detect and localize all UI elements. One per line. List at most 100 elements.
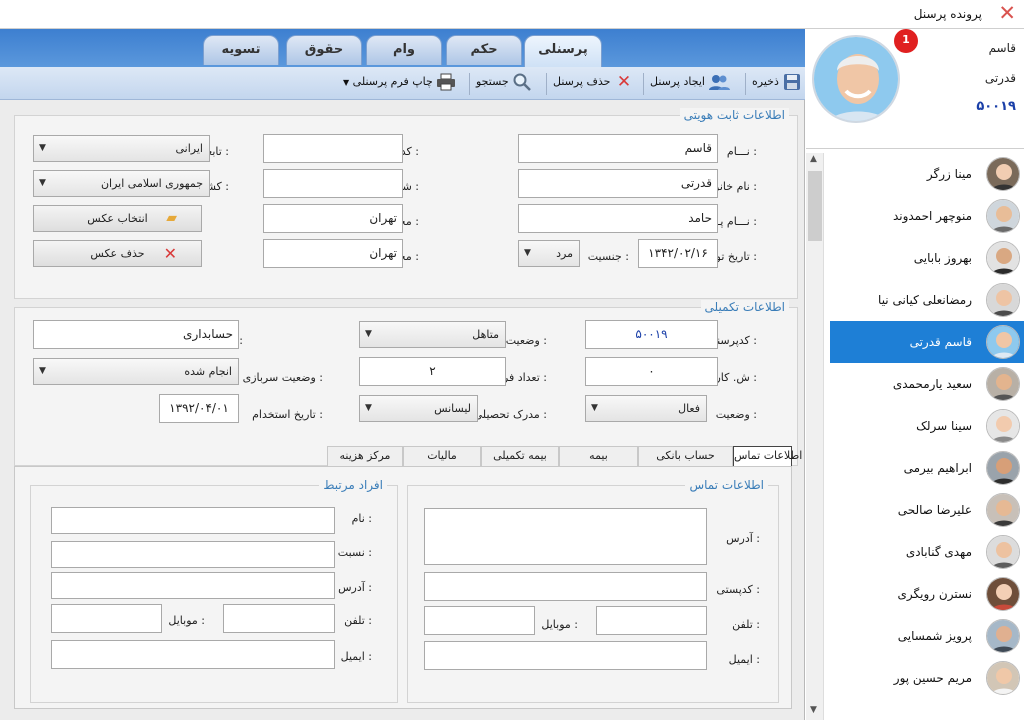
person-name: سعید یارمحمدی [892, 377, 972, 391]
contact-phone-label: تلفن : [732, 618, 760, 631]
related-phone-label: تلفن : [344, 614, 372, 627]
person-name: رمضانعلی کیانی نیا [878, 293, 972, 307]
list-item[interactable]: پرویز شمسایی [830, 615, 1024, 657]
field-of-study-field[interactable]: حسابداری [33, 320, 239, 349]
list-item[interactable]: سعید یارمحمدی [830, 363, 1024, 405]
avatar [986, 157, 1020, 191]
scroll-up-icon[interactable]: ▲ [810, 154, 817, 164]
related-name-label: نام : [351, 512, 372, 525]
list-item[interactable]: قاسم قدرتی [830, 321, 1024, 363]
avatar [986, 661, 1020, 695]
subtab-supplementary-insurance[interactable]: بیمه تکمیلی [481, 446, 559, 466]
people-scrollbar[interactable]: ▲ ▼ [806, 153, 824, 720]
avatar [986, 367, 1020, 401]
father-name-field[interactable]: حامد [518, 204, 718, 233]
list-item[interactable]: مهدی گنابادی [830, 531, 1024, 573]
subtab-insurance[interactable]: بیمه [559, 446, 638, 466]
degree-select[interactable]: ▼ لیسانس [359, 395, 478, 422]
contact-email-label: ایمیل : [728, 653, 760, 666]
list-item[interactable]: رمضانعلی کیانی نیا [830, 279, 1024, 321]
create-personnel-button[interactable]: ایجاد پرسنل [650, 73, 731, 95]
delete-photo-button[interactable]: حذف عکس ✕ [33, 240, 202, 267]
id-number-field[interactable] [263, 169, 403, 198]
choose-photo-button[interactable]: انتخاب عکس ▰ [33, 205, 202, 232]
citizenship-select[interactable]: ▼ ایرانی [33, 135, 210, 162]
birth-date-field[interactable]: ۱۳۴۲/۰۲/۱۶ [638, 239, 718, 268]
chevron-down-icon: ▼ [39, 178, 46, 188]
person-name: مهدی گنابادی [905, 545, 972, 559]
degree-label: مدرک تحصیلی : [473, 408, 547, 421]
chevron-down-icon: ▼ [365, 403, 372, 413]
contact-postal-field[interactable] [424, 572, 707, 601]
profile-photo [812, 35, 900, 123]
subtab-panel: اطلاعات تماس آدرس : کدپستی : تلفن : موبا… [14, 466, 792, 709]
contact-postal-label: کدپستی : [716, 583, 760, 596]
related-phone-field[interactable] [223, 604, 335, 633]
related-people-group: افراد مرتبط نام : نسبت : آدرس : تلفن : م… [30, 478, 398, 703]
subtab-cost-center[interactable]: مرکز هزینه [327, 446, 403, 466]
red-x-icon: ✕ [616, 72, 632, 92]
national-code-field[interactable] [263, 134, 403, 163]
country-select[interactable]: ▼ جمهوری اسلامی ایران [33, 170, 210, 197]
save-button[interactable]: ذخیره [752, 73, 802, 95]
contact-address-field[interactable] [424, 508, 707, 565]
contact-email-field[interactable] [424, 641, 707, 670]
avatar [986, 577, 1020, 611]
list-item[interactable]: سینا سرلک [830, 405, 1024, 447]
avatar [986, 199, 1020, 233]
tab-settlement[interactable]: تسویه [203, 35, 279, 65]
subtab-contact[interactable]: اطلاعات تماس [733, 446, 802, 467]
last-name-field[interactable]: قدرتی [518, 169, 718, 198]
country-value: جمهوری اسلامی ایران [100, 177, 203, 190]
search-button[interactable]: جستجو [476, 73, 532, 95]
printer-icon [436, 73, 456, 91]
avatar [986, 283, 1020, 317]
gender-value: مرد [556, 247, 573, 260]
gender-label: جنسیت : [587, 250, 629, 263]
hire-date-field[interactable]: ۱۳۹۲/۰۴/۰۱ [159, 394, 239, 423]
status-select[interactable]: ▼ فعال [585, 395, 707, 422]
tab-loan[interactable]: وام [366, 35, 442, 65]
marital-select[interactable]: ▼ متاهل [359, 321, 506, 348]
contact-phone-field[interactable] [596, 606, 707, 635]
delete-photo-label: حذف عکس [90, 247, 145, 260]
contact-mobile-field[interactable] [424, 606, 535, 635]
children-field[interactable]: ۲ [359, 357, 506, 386]
search-label: جستجو [476, 75, 509, 88]
subtab-bank[interactable]: حساب بانکی [638, 446, 733, 466]
military-select[interactable]: ▼ انجام شده [33, 358, 239, 385]
delete-personnel-button[interactable]: حذف پرسنل ✕ [553, 73, 634, 95]
contact-group: اطلاعات تماس آدرس : کدپستی : تلفن : موبا… [407, 478, 779, 703]
close-icon[interactable]: ✕ [998, 3, 1016, 24]
list-item[interactable]: مینا زرگر [830, 153, 1024, 195]
military-value: انجام شده [184, 365, 232, 378]
issue-place-field[interactable]: تهران [263, 239, 403, 268]
related-mobile-field[interactable] [51, 604, 162, 633]
related-email-field[interactable] [51, 640, 335, 669]
tab-verdict[interactable]: حکم [446, 35, 522, 65]
list-item[interactable]: نسترن رویگری [830, 573, 1024, 615]
person-name: بهروز بابایی [913, 251, 972, 265]
related-relation-field[interactable] [51, 541, 335, 568]
list-item[interactable]: علیرضا صالحی [830, 489, 1024, 531]
scroll-thumb[interactable] [808, 171, 822, 241]
related-address-field[interactable] [51, 572, 335, 599]
print-form-button[interactable]: ▼ چاپ فرم پرسنلی [343, 73, 456, 95]
card-number-field[interactable]: ۰ [585, 357, 718, 386]
personnel-code-field[interactable]: ۵۰۰۱۹ [585, 320, 718, 349]
tab-personnel[interactable]: پرسنلی [524, 35, 602, 67]
notification-badge: 1 [894, 29, 918, 53]
tab-salary[interactable]: حقوق [286, 35, 362, 65]
birth-place-field[interactable]: تهران [263, 204, 403, 233]
related-name-field[interactable] [51, 507, 335, 534]
list-item[interactable]: ابراهیم بیرمی [830, 447, 1024, 489]
list-item[interactable]: بهروز بابایی [830, 237, 1024, 279]
gender-select[interactable]: ▼ مرد [518, 240, 580, 267]
contact-mobile-label: موبایل : [541, 618, 578, 631]
main-panel: پرسنلی حکم وام حقوق تسویه ذخیره ایجاد پر… [0, 29, 805, 720]
list-item[interactable]: منوچهر احمدوند [830, 195, 1024, 237]
list-item[interactable]: مریم حسین پور [830, 657, 1024, 699]
subtab-tax[interactable]: مالیات [403, 446, 481, 466]
first-name-field[interactable]: قاسم [518, 134, 718, 163]
scroll-down-icon[interactable]: ▼ [810, 705, 817, 715]
